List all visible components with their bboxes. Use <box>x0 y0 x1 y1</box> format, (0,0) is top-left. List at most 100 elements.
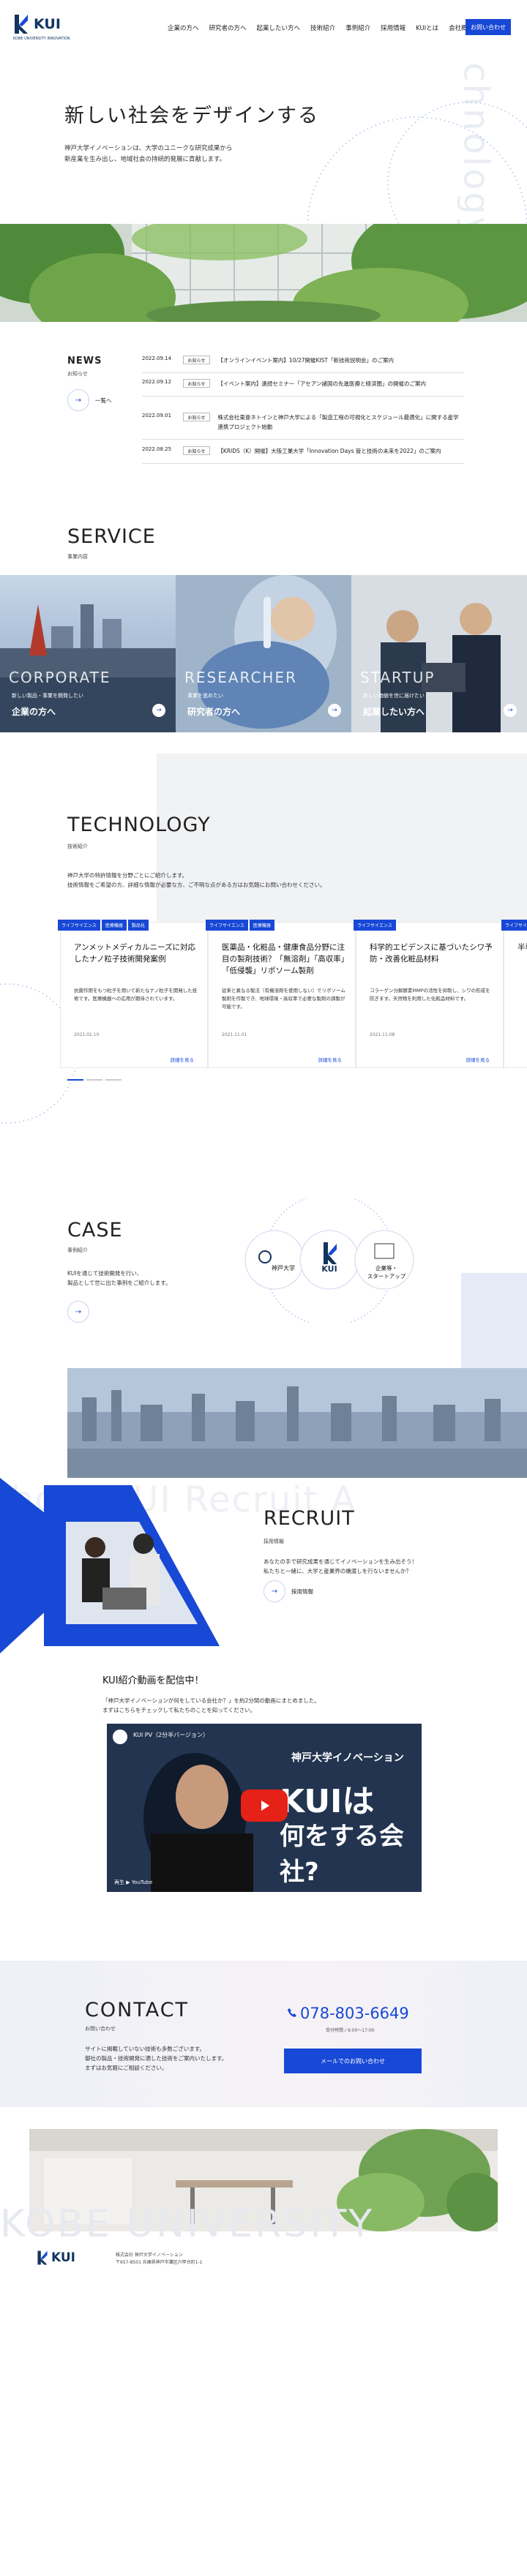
tech-card-date: 2021.11.01 <box>222 1032 247 1037</box>
footer-logo[interactable]: KUI <box>37 2249 75 2267</box>
news-date: 2022.09.01 <box>142 413 172 418</box>
tech-tags: ライフサイエンス 医療機器 <box>206 920 274 931</box>
tech-tags: ライフサイエンス <box>501 920 527 931</box>
footer-address: 株式会社 神戸大学イノベーション 〒657-8501 兵庫県神戸市灘区六甲台町1… <box>116 2253 203 2265</box>
technology-section: TECHNOLOGY 技術紹介 神戸大学の特許情報を分野ごとにご紹介します。 技… <box>0 754 527 1193</box>
tech-card-title: 科学的エビデンスに基づいたシワ予防・改善化粧品材料 <box>370 943 493 964</box>
youtube-player[interactable]: KUI PV（2分半バージョン） 神戸大学イノベーション KUIは 何をする会社… <box>107 1724 422 1892</box>
case-diagram <box>244 1198 414 1323</box>
recruit-more-label: 採用情報 <box>291 1588 313 1595</box>
tech-card[interactable]: ライフサイエンス 科学的エビデンスに基づいたシワ予防・改善化粧品材料 コラーゲン… <box>354 920 504 1068</box>
news-text: 【KRIDS（K）開催】大阪工業大学「Innovation Days 管と技術の… <box>217 448 441 454</box>
case-title: CASE <box>67 1219 123 1242</box>
news-subtitle: お知らせ <box>67 371 88 377</box>
news-tag: お知らせ <box>182 413 211 421</box>
tech-card-more[interactable]: 詳細を見る <box>466 1056 490 1063</box>
tech-card-date: 2021.11.08 <box>370 1032 395 1037</box>
service-label: 研究者の方へ <box>187 707 241 717</box>
channel-avatar[interactable] <box>113 1730 127 1744</box>
news-more-link[interactable]: → 一覧へ <box>67 389 112 411</box>
tech-tag: 医療機器 <box>101 920 127 931</box>
arrow-right-icon: → <box>328 704 341 717</box>
service-en-label: RESEARCHER <box>184 669 297 686</box>
video-description: 「神戸大学イノベーションが何をしている会社か？」を約2分間の動画にまとめました。… <box>102 1697 320 1713</box>
tech-card[interactable]: ライフサイエンス 医療機器 医薬品・化粧品・健康食品分野に注目の製剤技術？「無溶… <box>206 920 356 1068</box>
service-desc: 事業を進めたい <box>187 693 223 699</box>
service-card-startup[interactable]: STARTUP 新しい価値を世に届けたい 起業したい方へ → <box>351 575 527 732</box>
tech-card-partial[interactable]: ライフサイエンス 半導体プロセス技術 <box>501 920 527 1068</box>
service-desc: 新しい価値を世に届けたい <box>363 693 425 699</box>
tech-tag: 製品化 <box>127 920 149 931</box>
case-node-university: 神戸大学 <box>272 1265 295 1272</box>
tech-card-body: 従来と異なる製法（有機溶剤を使用しない）でリポソーム製剤を作製でき、地球環境・高… <box>222 988 345 1010</box>
video-headline-2: KUIは <box>280 1783 375 1820</box>
service-card-researcher[interactable]: RESEARCHER 事業を進めたい 研究者の方へ → <box>176 575 351 732</box>
arrow-right-icon: → <box>152 704 165 717</box>
tech-card-more[interactable]: 詳細を見る <box>171 1056 195 1063</box>
news-item[interactable]: 2022.09.14 お知らせ 【オンラインイベント案内】10/27開催KIST… <box>142 356 464 373</box>
tech-card-body: コラーゲン分解酵素MMPの活性を抑制し、シワの形成を防ぎます。天然物を利用した化… <box>370 988 490 1002</box>
service-subtitle: 事業内容 <box>67 554 88 560</box>
nav-technology[interactable]: 技術紹介 <box>305 23 340 32</box>
tech-card-title: 半導体プロセス技術 <box>517 943 527 952</box>
news-more-label: 一覧へ <box>95 397 112 404</box>
header-contact-button[interactable]: お問い合わせ <box>466 19 511 35</box>
contact-backdrop <box>0 1961 527 2107</box>
case-more-button[interactable]: → <box>67 1301 89 1323</box>
nav-corporate[interactable]: 企業の方へ <box>162 23 204 32</box>
site-logo[interactable]: KUI <box>13 13 61 35</box>
service-desc: 新しい製品・事業を開発したい <box>12 693 83 699</box>
recruit-more-link[interactable]: → 採用情報 <box>264 1580 313 1602</box>
nav-about[interactable]: KUIとは <box>411 23 444 32</box>
phone-icon <box>288 2008 296 2017</box>
tech-tag: 医療機器 <box>249 920 274 931</box>
tech-tags: ライフサイエンス <box>354 920 396 931</box>
carousel-dot[interactable] <box>105 1079 122 1081</box>
recruit-title: RECRUIT <box>264 1507 355 1530</box>
kobe-university-watermark: KOBE UNIVERSITY <box>0 2202 374 2246</box>
service-en-label: CORPORATE <box>9 669 111 686</box>
case-section: CASE 事例紹介 KUIを通じて技術開発を行い、 製品として世に出た事例をご紹… <box>0 1193 527 1478</box>
contact-description: サイトに掲載していない技術も多数ございます。 御社の製品・技術開発に適した技術を… <box>85 2046 228 2071</box>
arrow-right-icon: → <box>75 1307 82 1316</box>
news-item[interactable]: 2022.08.25 お知らせ 【KRIDS（K）開催】大阪工業大学「Innov… <box>142 446 464 464</box>
news-tag: お知らせ <box>182 356 211 364</box>
tech-card-title: 医薬品・化粧品・健康食品分野に注目の製剤技術？「無溶剤」「高収率」「低侵襲」リポ… <box>222 943 345 975</box>
case-description: KUIを通じて技術開発を行い、 製品として世に出た事例をご紹介します。 <box>67 1270 171 1286</box>
city-panorama-photo <box>67 1368 527 1478</box>
youtube-watch-label[interactable]: 再生 ▶ YouTube <box>114 1879 152 1886</box>
footer-logo-text: KUI <box>51 2250 76 2265</box>
nav-startup[interactable]: 起業したい方へ <box>252 23 306 32</box>
carousel-dot[interactable] <box>86 1079 102 1081</box>
tech-card-more[interactable]: 詳細を見る <box>318 1056 343 1063</box>
tech-tags: ライフサイエンス 医療機器 製品化 <box>58 920 149 931</box>
video-headline-3: 何をする会社? <box>280 1822 404 1887</box>
tech-card[interactable]: ライフサイエンス 医療機器 製品化 アンメットメディカルニーズに対応したナノ粒子… <box>58 920 208 1068</box>
mail-contact-button[interactable]: メールでのお問い合わせ <box>284 2049 422 2073</box>
service-label: 企業の方へ <box>12 707 56 717</box>
tech-card-title: アンメットメディカルニーズに対応したナノ粒子技術開発案例 <box>74 943 196 964</box>
kui-logo-icon <box>15 15 28 34</box>
service-card-corporate[interactable]: CORPORATE 新しい製品・事業を開発したい 企業の方へ → <box>0 575 176 732</box>
technology-description: 神戸大学の特許情報を分野ごとにご紹介します。 技術情報をご希望の方、詳細な情報が… <box>67 872 326 888</box>
carousel-pagination <box>67 1079 122 1081</box>
news-item[interactable]: 2022.09.12 お知らせ 【イベント案内】連続セミナー「アセアン諸国の先進… <box>142 379 464 397</box>
news-tag: お知らせ <box>182 446 211 455</box>
nav-recruit[interactable]: 採用情報 <box>375 23 411 32</box>
play-icon[interactable] <box>241 1790 288 1822</box>
news-section: NEWS お知らせ → 一覧へ 2022.09.14 お知らせ 【オンラインイベ… <box>0 322 527 490</box>
news-item[interactable]: 2022.09.01 お知らせ 株式会社東亜ネトインと神戸大学による「製造工程の… <box>142 413 464 440</box>
news-date: 2022.09.12 <box>142 379 172 385</box>
video-channel-title[interactable]: KUI PV（2分半バージョン） <box>133 1731 209 1739</box>
recruit-subtitle: 採用情報 <box>264 1539 284 1544</box>
service-title: SERVICE <box>67 525 156 548</box>
video-section: KUI紹介動画を配信中！ 「神戸大学イノベーションが何をしている会社か？」を約2… <box>0 1653 527 1961</box>
contact-title: CONTACT <box>85 1999 190 2021</box>
nav-case[interactable]: 事例紹介 <box>340 23 375 32</box>
nav-researcher[interactable]: 研究者の方へ <box>204 23 252 32</box>
carousel-dot[interactable] <box>67 1079 83 1081</box>
contact-phone[interactable]: 078-803-6649 <box>300 2005 409 2022</box>
kui-logo-icon <box>37 2250 48 2265</box>
arrow-right-icon: → <box>67 389 89 411</box>
tech-tag: ライフサイエンス <box>206 920 248 931</box>
